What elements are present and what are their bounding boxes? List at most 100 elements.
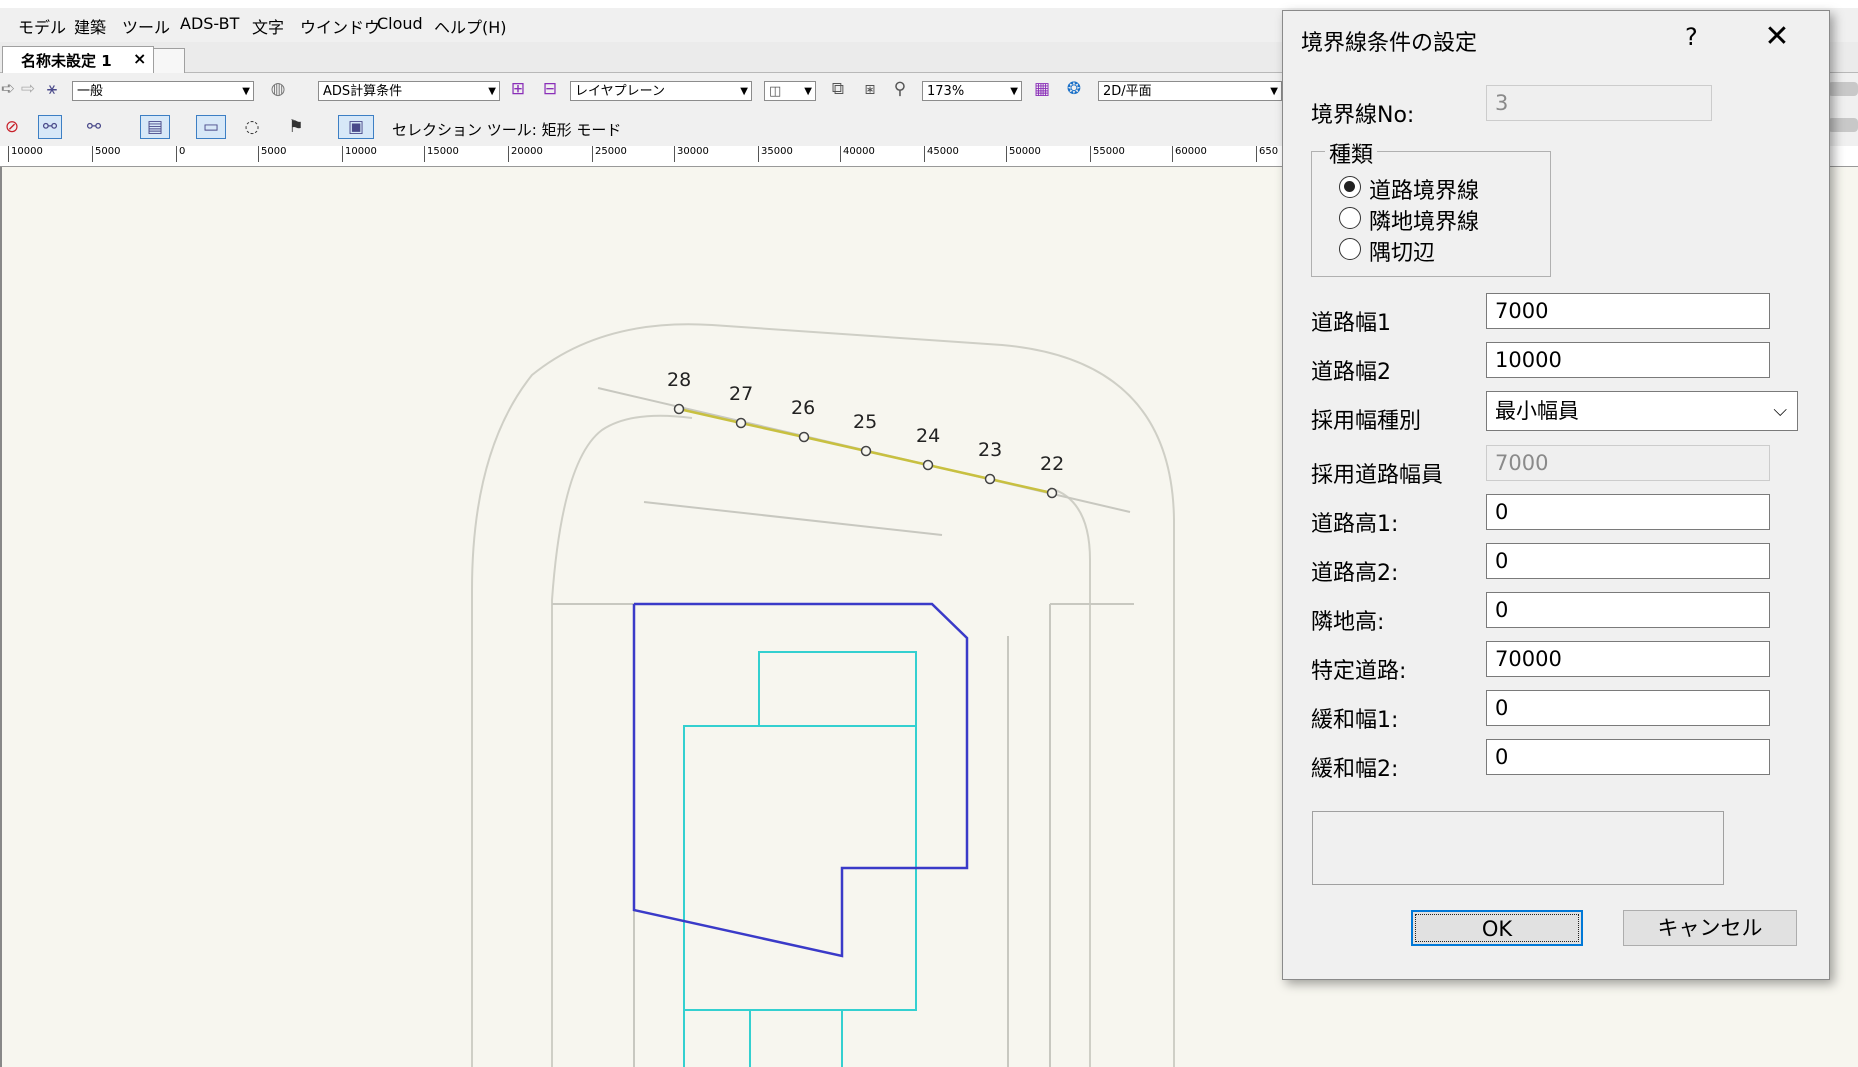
vertex-24[interactable] (922, 459, 934, 471)
menu-window[interactable]: ウインドウ (300, 14, 380, 38)
polygon-icon[interactable]: ⚑ (284, 115, 308, 139)
road-height-2-label: 道路高2: (1311, 561, 1399, 586)
adjacent-height-label: 隣地高: (1311, 610, 1385, 635)
layer-plane-combo[interactable]: レイヤプレーン ▼ (570, 81, 752, 101)
ruler-label: 15000 (424, 146, 459, 162)
radio-unselected-icon (1339, 238, 1361, 260)
toolbar-edge (1828, 82, 1858, 96)
ruler-label: 10000 (342, 146, 377, 162)
menu-ads-bt[interactable]: ADS-BT (180, 14, 239, 33)
view-icon[interactable]: ❂ (1062, 77, 1086, 101)
message-area (1312, 811, 1724, 885)
help-icon[interactable]: ? (1685, 23, 1698, 51)
road-outline-right (1049, 487, 1091, 1067)
vertex-22[interactable] (1046, 487, 1058, 499)
ruler-label: 45000 (924, 146, 959, 162)
relief-width-2-label: 緩和幅2: (1311, 757, 1399, 782)
ok-button[interactable]: OK (1411, 910, 1583, 946)
menu-help[interactable]: ヘルプ(H) (434, 14, 507, 38)
road-height-1-field[interactable]: 0 (1486, 494, 1770, 530)
layout-mode-button[interactable]: ▤ (140, 115, 170, 139)
menu-text[interactable]: 文字 (252, 14, 284, 38)
cancel-button[interactable]: キャンセル (1623, 910, 1797, 946)
forward-arrow-icon[interactable]: ⇨ (16, 77, 40, 101)
chevron-down-icon: ⌵ (1773, 400, 1787, 421)
radio-unselected-icon (1339, 207, 1361, 229)
zoom-fit-icon[interactable]: ⧆ (858, 77, 882, 101)
zoom-combo[interactable]: 173% ▼ (922, 81, 1022, 101)
vertex-23[interactable] (984, 473, 996, 485)
building-outline (758, 651, 917, 1067)
rect-mode-button[interactable]: ▭ (196, 115, 226, 139)
vertex-27[interactable] (735, 417, 747, 429)
vertex-28[interactable] (673, 403, 685, 415)
toolbar-edge (1828, 118, 1858, 132)
adopt-type-label: 採用幅種別 (1311, 409, 1422, 434)
road-width-2-field[interactable]: 10000 (1486, 342, 1770, 378)
rectangle-icon: ▭ (202, 117, 220, 137)
ruler-label: 40000 (840, 146, 875, 162)
point-label-24: 24 (916, 425, 940, 447)
mode-text: セレクション ツール: 矩形 モード (392, 121, 622, 139)
adjacent-height-field[interactable]: 0 (1486, 592, 1770, 628)
ruler-label: 5000 (92, 146, 120, 162)
close-icon[interactable]: ✕ (1755, 17, 1799, 57)
ruler-label: 30000 (674, 146, 709, 162)
relief-width-1-label: 緩和幅1: (1311, 708, 1399, 733)
ruler-label: 0 (176, 146, 185, 162)
design-layer-combo[interactable]: ADS計算条件 ▼ (318, 81, 500, 101)
adopt-width-field: 7000 (1486, 445, 1770, 481)
ruler-label: 60000 (1172, 146, 1207, 162)
document-tab[interactable]: 名称未設定 1 × (2, 46, 154, 73)
class-combo[interactable]: 一般 ▼ (72, 81, 254, 101)
menu-model[interactable]: モデル (18, 14, 66, 38)
adopt-width-label: 採用道路幅員 (1311, 463, 1444, 488)
adopt-type-select[interactable]: 最小幅員 ⌵ (1486, 391, 1798, 431)
point-label-23: 23 (978, 439, 1002, 461)
road-height-2-field[interactable]: 0 (1486, 543, 1770, 579)
ruler-label: 10000 (8, 146, 43, 162)
boundary-settings-dialog: 境界線条件の設定 ? ✕ 境界線No: 3 種類 道路境界線 隣地境界線 隅切辺… (1282, 10, 1830, 980)
working-plane-icon[interactable]: ⊟ (538, 77, 562, 101)
point-label-25: 25 (853, 411, 877, 433)
ruler-label: 55000 (1090, 146, 1125, 162)
menu-cloud[interactable]: Cloud (377, 14, 423, 33)
no-entry-icon[interactable]: ⊘ (0, 115, 24, 139)
point-label-26: 26 (791, 397, 815, 419)
road-width-2-label: 道路幅2 (1311, 360, 1391, 385)
type-group-label: 種類 (1325, 137, 1378, 169)
menu-tools[interactable]: ツール (122, 14, 170, 38)
specific-road-label: 特定道路: (1311, 659, 1407, 684)
menu-architecture[interactable]: 建築 (74, 14, 106, 38)
road-outline-outer (471, 323, 1175, 1067)
lasso-icon[interactable]: ◌ (240, 115, 264, 139)
relief-width-2-field[interactable]: 0 (1486, 739, 1770, 775)
render-mode-combo[interactable]: ◫ ▼ (764, 81, 816, 101)
ruler-label: 50000 (1006, 146, 1041, 162)
road-width-1-field[interactable]: 7000 (1486, 293, 1770, 329)
road-width-1-label: 道路幅1 (1311, 311, 1391, 336)
tab-close-icon[interactable]: × (133, 49, 146, 68)
grid-icon[interactable]: ▦ (1030, 77, 1054, 101)
view-combo[interactable]: 2D/平面 ▼ (1098, 81, 1282, 101)
zoom-icon[interactable]: ⚲ (888, 77, 912, 101)
point-label-22: 22 (1040, 453, 1064, 475)
zoom-box-icon[interactable]: ⧉ (826, 77, 850, 101)
vertex-26[interactable] (798, 431, 810, 443)
specific-road-field[interactable]: 70000 (1486, 641, 1770, 677)
ruler-label: 20000 (508, 146, 543, 162)
settings-mode-button[interactable]: ▣ (338, 115, 374, 139)
ruler-label: 650 (1256, 146, 1278, 162)
document-tab-label: 名称未設定 1 (21, 52, 112, 70)
relief-width-1-field[interactable]: 0 (1486, 690, 1770, 726)
boundary-no-field: 3 (1486, 85, 1712, 121)
layer-icon: ◍ (270, 79, 286, 99)
road-line (643, 501, 943, 536)
select-mode-button[interactable]: ⚯ (38, 115, 62, 139)
layer-plane-icon[interactable]: ⊞ (506, 77, 530, 101)
vertex-25[interactable] (860, 445, 872, 457)
tool-settings-icon: ▣ (347, 117, 365, 137)
new-tab-button[interactable] (153, 48, 185, 73)
ruler-label: 5000 (258, 146, 286, 162)
multi-node-icon[interactable]: ⚯ (82, 115, 106, 139)
